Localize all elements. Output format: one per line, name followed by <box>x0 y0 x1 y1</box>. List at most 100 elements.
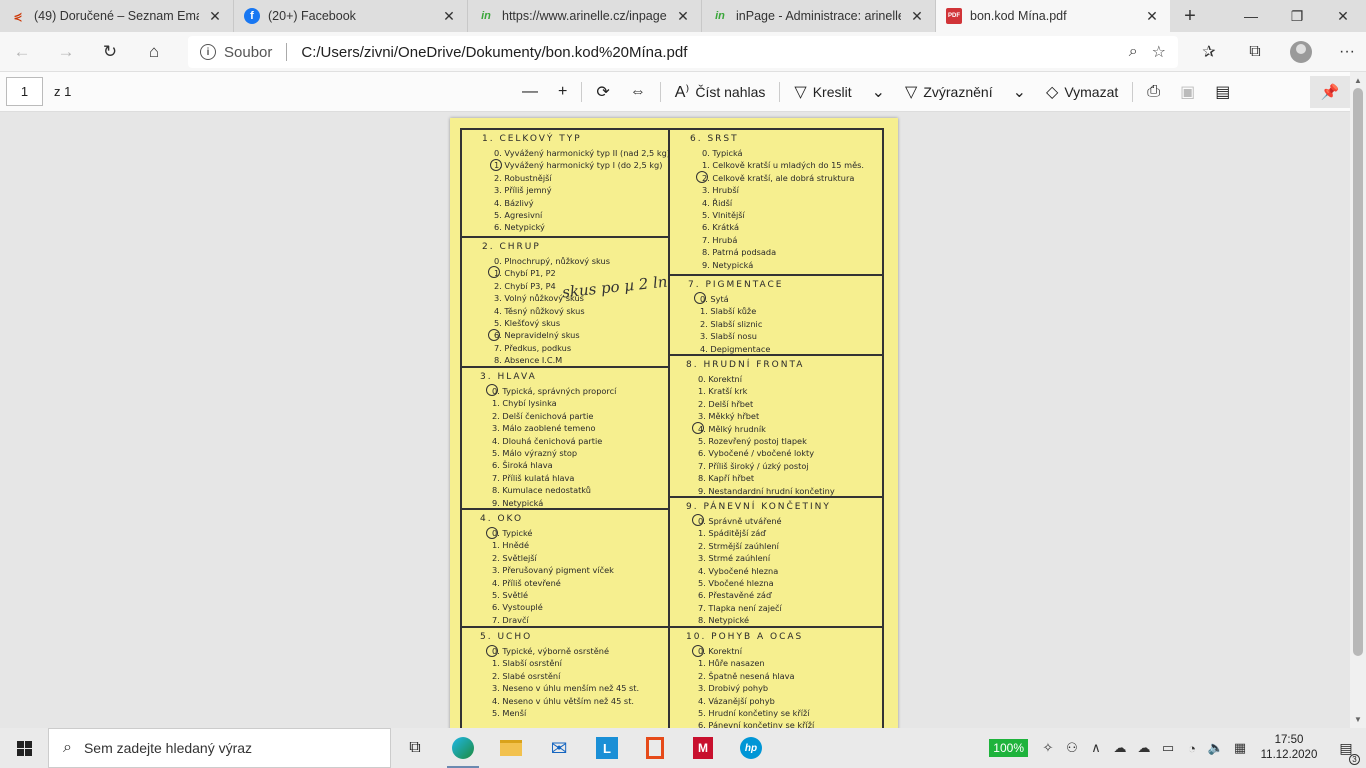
cloud-icon[interactable]: ☁ <box>1132 740 1156 756</box>
edge-icon <box>452 737 474 759</box>
l-app-icon: L <box>596 737 618 759</box>
list-item: 5. Rozevřený postoj tlapek <box>698 436 807 447</box>
list-item: 3. Málo zaoblené temeno <box>492 423 596 434</box>
list-item: 0. Správně utvářené <box>698 516 782 526</box>
person-icon[interactable]: ⚇ <box>1060 740 1084 756</box>
close-icon[interactable]: ✕ <box>207 8 223 25</box>
tab-label: bon.kod Mína.pdf <box>970 9 1067 23</box>
vertical-scrollbar[interactable]: ▲ ▼ <box>1350 72 1366 728</box>
inpage-icon: in <box>481 10 491 22</box>
pin-toolbar-button[interactable]: 📌 <box>1310 76 1350 108</box>
read-aloud-button[interactable]: A⁾ Číst nahlas <box>665 72 776 112</box>
list-item: 1. Hnědé <box>492 540 530 551</box>
profile-button[interactable] <box>1278 32 1324 72</box>
mail-button[interactable]: ✉ <box>535 728 583 768</box>
tab-label: (20+) Facebook <box>268 9 356 23</box>
battery-indicator[interactable]: 100% <box>989 739 1028 757</box>
maximize-button[interactable]: ❐ <box>1274 0 1320 32</box>
divider <box>659 82 661 102</box>
file-explorer-button[interactable] <box>487 728 535 768</box>
chevron-down-icon: ⌄ <box>1012 84 1026 101</box>
fit-page-button[interactable]: ⇔ <box>620 72 656 112</box>
minimize-button[interactable]: — <box>1228 0 1274 32</box>
scroll-up-icon[interactable]: ▲ <box>1354 76 1362 85</box>
wifi-icon[interactable]: ◔ <box>1180 741 1204 756</box>
selection-circle <box>694 292 706 304</box>
scrollbar-thumb[interactable] <box>1353 88 1363 656</box>
page-number-input[interactable]: 1 <box>6 77 43 106</box>
taskbar-search[interactable]: ⌕ Sem zadejte hledaný výraz <box>48 728 391 768</box>
onedrive-icon[interactable]: ☁ <box>1108 740 1132 756</box>
forward-button[interactable]: → <box>44 32 88 72</box>
hp-button[interactable]: hp <box>727 728 775 768</box>
favorite-star-icon[interactable]: ☆ <box>1152 42 1166 62</box>
keyboard-icon[interactable]: ▦ <box>1228 740 1252 756</box>
save-as-button[interactable]: ▤ <box>1205 72 1240 112</box>
section-chrup: 2. CHRUP 0. Plnochrupý, nůžkový skus 1. … <box>482 242 610 367</box>
print-button[interactable]: ⎙ <box>1137 72 1170 112</box>
task-view-button[interactable]: ⧉ <box>391 728 439 768</box>
list-item: 7. Hrubá <box>702 234 738 245</box>
office-button[interactable] <box>631 728 679 768</box>
list-item: 4. Bázlivý <box>494 197 534 208</box>
list-item: 1. Chybí lysinka <box>492 398 557 409</box>
notification-icon: ▤ <box>1339 739 1353 756</box>
notification-center-button[interactable]: 3 ▤ <box>1326 739 1366 765</box>
scroll-down-icon[interactable]: ▼ <box>1354 715 1362 724</box>
pdf-toolbar: 1 z 1 — + ⟳ ⇔ A⁾ Číst nahlas ▽ Kreslit ⌄ ▽… <box>0 72 1366 112</box>
zoom-out-button[interactable]: — <box>512 72 548 112</box>
address-bar[interactable]: i Soubor C:/Users/zivni/OneDrive/Dokumen… <box>188 36 1178 68</box>
list-item: 6. Přestavěné záď <box>698 590 772 601</box>
draw-label: Kreslit <box>812 84 852 100</box>
section-title: 8. HRUDNÍ FRONTA <box>686 360 805 370</box>
close-icon[interactable]: ✕ <box>909 8 925 25</box>
highlight-button[interactable]: ▽ Zvýraznění <box>895 72 1003 112</box>
edge-taskbar-button[interactable] <box>439 728 487 768</box>
list-item: 1. Slabší kůže <box>700 306 757 317</box>
list-item: 2. Slabší sliznic <box>700 318 763 329</box>
zoom-in-button[interactable]: + <box>548 72 577 112</box>
new-tab-button[interactable]: + <box>1170 0 1210 32</box>
tab-seznam[interactable]: ⋞ (49) Doručené – Seznam Email ✕ <box>0 0 234 32</box>
rotate-button[interactable]: ⟳ <box>586 72 619 112</box>
save-button[interactable]: ▣ <box>1170 72 1205 112</box>
back-button[interactable]: ← <box>0 32 44 72</box>
windows-icon <box>16 740 32 756</box>
info-icon[interactable]: i <box>200 44 216 60</box>
close-icon[interactable]: ✕ <box>675 8 691 25</box>
more-menu-icon[interactable]: ··· <box>1324 32 1366 72</box>
selection-circle <box>486 384 498 396</box>
clock[interactable]: 17:50 11.12.2020 <box>1252 733 1326 763</box>
chevron-up-icon[interactable]: ∧ <box>1084 740 1108 756</box>
mcafee-button[interactable]: M <box>679 728 727 768</box>
refresh-button[interactable]: ↻ <box>88 32 132 72</box>
tab-arinelle[interactable]: in https://www.arinelle.cz/inpage ✕ <box>468 0 702 32</box>
accessibility-icon[interactable]: ✧ <box>1036 740 1060 756</box>
erase-button[interactable]: ◇ Vymazat <box>1036 72 1128 112</box>
close-icon[interactable]: ✕ <box>1144 8 1160 25</box>
favorites-icon[interactable]: ✰ <box>1186 32 1232 72</box>
tab-pdf[interactable]: PDF bon.kod Mína.pdf ✕ <box>936 0 1170 32</box>
battery-icon[interactable]: ▭ <box>1156 740 1180 756</box>
url-text[interactable]: C:/Users/zivni/OneDrive/Dokumenty/bon.ko… <box>301 44 687 61</box>
draw-icon: ▽ <box>794 84 807 101</box>
list-item: 6. Pánevní končetiny se kříží <box>698 720 815 728</box>
close-window-button[interactable]: ✕ <box>1320 0 1366 32</box>
app-l-button[interactable]: L <box>583 728 631 768</box>
draw-dropdown[interactable]: ⌄ <box>862 72 895 112</box>
list-item: 1. Chybí P1, P2 <box>494 268 556 279</box>
tab-inpage-admin[interactable]: in inPage - Administrace: arinelle ✕ <box>702 0 936 32</box>
tab-facebook[interactable]: f (20+) Facebook ✕ <box>234 0 468 32</box>
zoom-icon[interactable]: ⌕ <box>1129 43 1138 61</box>
start-button[interactable] <box>0 728 48 768</box>
draw-button[interactable]: ▽ Kreslit <box>784 72 861 112</box>
pdf-page: 1. CELKOVÝ TYP 0. Vyvážený harmonický ty… <box>450 118 898 728</box>
home-button[interactable]: ⌂ <box>132 32 176 72</box>
section-title: 5. UCHO <box>480 632 533 642</box>
volume-icon[interactable]: 🔈 <box>1204 740 1228 756</box>
close-icon[interactable]: ✕ <box>441 8 457 25</box>
row-divider <box>460 236 670 238</box>
highlight-dropdown[interactable]: ⌄ <box>1003 72 1036 112</box>
avatar <box>1290 41 1312 63</box>
collections-icon[interactable]: ⧉ <box>1232 32 1278 72</box>
